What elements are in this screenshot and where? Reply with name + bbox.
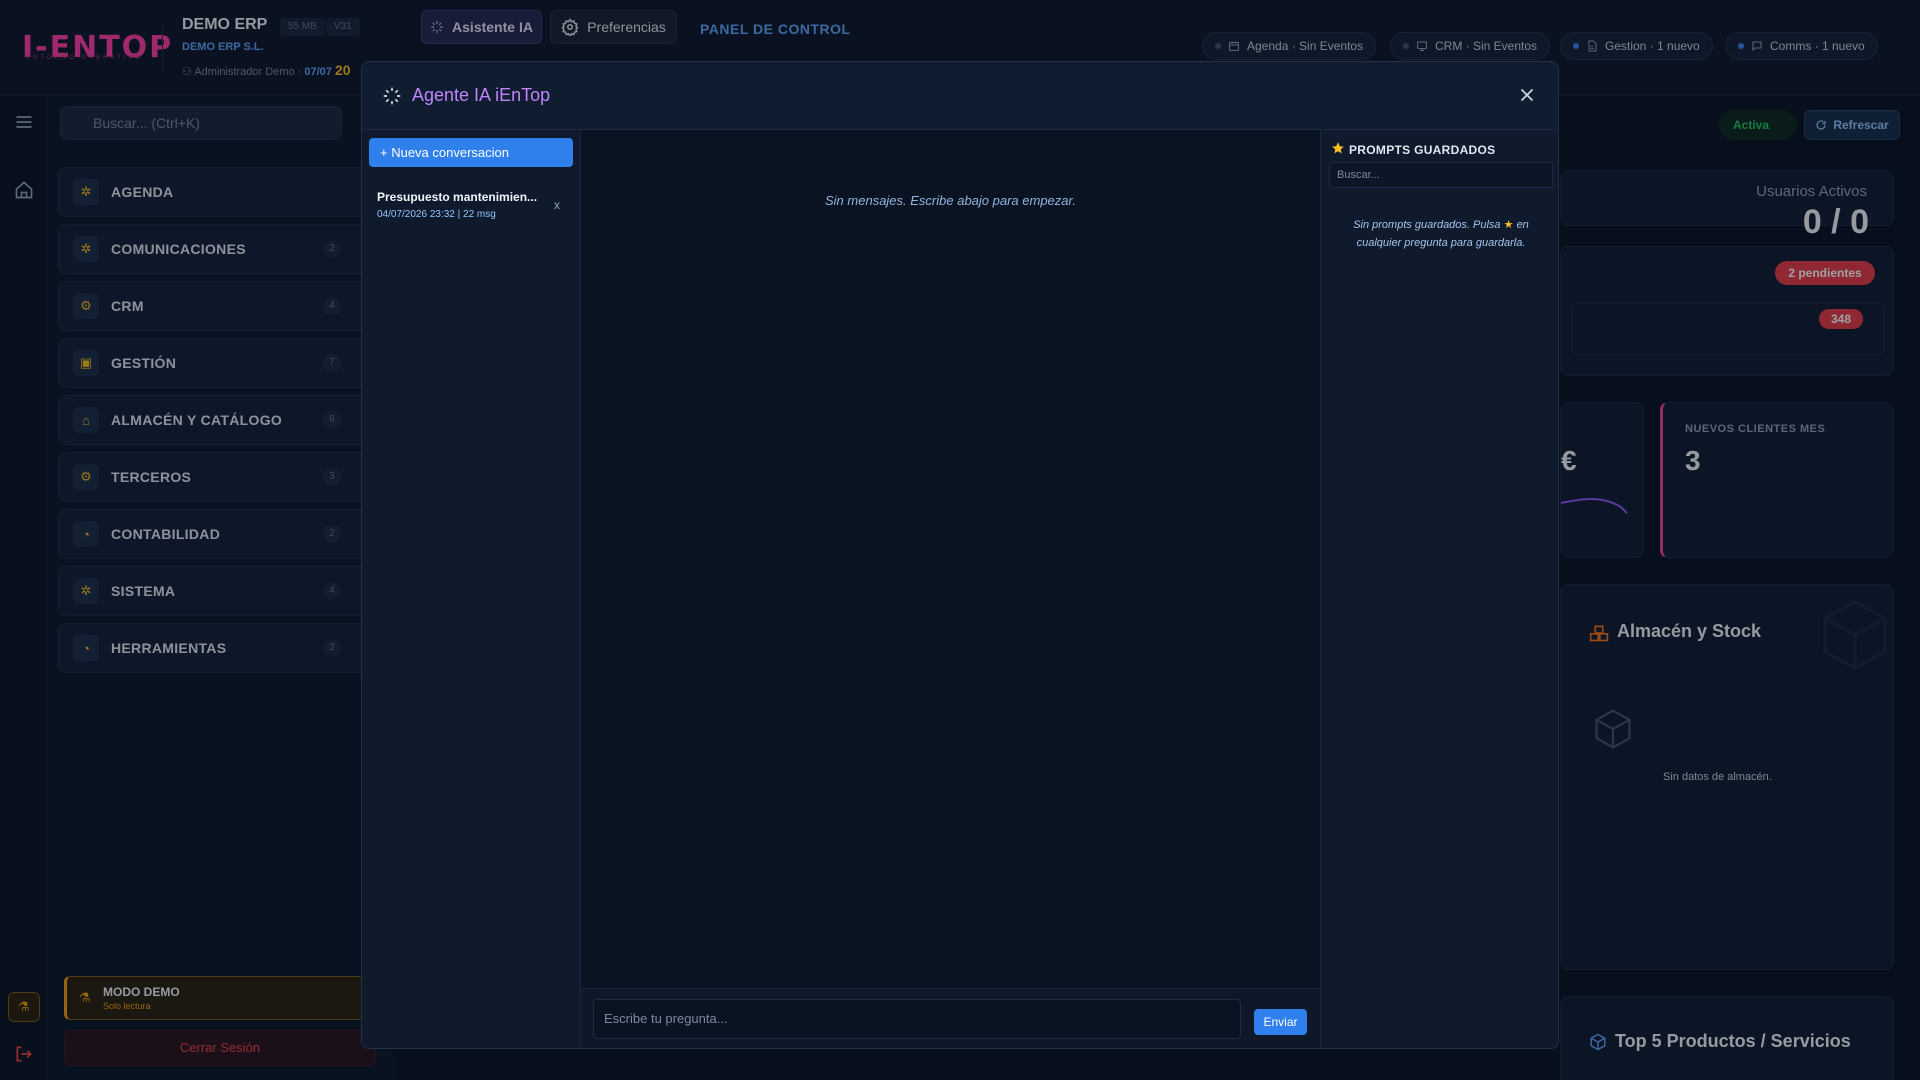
modal-header: Agente IA iEnTop xyxy=(362,62,1558,130)
close-icon[interactable] xyxy=(1516,84,1538,106)
chat-input[interactable]: Escribe tu pregunta... xyxy=(593,999,1241,1039)
modal-title: Agente IA iEnTop xyxy=(412,85,551,105)
star-icon: ★ xyxy=(1503,219,1514,231)
ai-agent-modal: Agente IA iEnTop + Nueva conversacion Pr… xyxy=(361,61,1559,1049)
send-button[interactable]: Enviar xyxy=(1254,1009,1307,1035)
conversation-title: Presupuesto mantenimien... xyxy=(377,190,538,204)
conversation-item[interactable]: Presupuesto mantenimien... 04/07/2026 23… xyxy=(362,182,581,234)
loader-icon xyxy=(383,87,401,105)
chat-area: Sin mensajes. Escribe abajo para empezar… xyxy=(581,130,1320,1048)
chat-empty-message: Sin mensajes. Escribe abajo para empezar… xyxy=(825,193,1076,208)
prompts-search-input[interactable]: Buscar... xyxy=(1329,162,1553,188)
saved-prompts-title: PROMPTS GUARDADOS xyxy=(1349,143,1496,157)
prompts-empty-message: Sin prompts guardados. Pulsa ★ en cualqu… xyxy=(1337,216,1545,252)
delete-conversation-button[interactable]: x xyxy=(554,198,560,212)
star-icon xyxy=(1332,142,1344,154)
new-conversation-button[interactable]: + Nueva conversacion xyxy=(369,138,573,167)
saved-prompts-panel: PROMPTS GUARDADOS Buscar... Sin prompts … xyxy=(1320,130,1558,1048)
prompts-empty-text-a: Sin prompts guardados. Pulsa xyxy=(1353,219,1501,231)
conversation-meta: 04/07/2026 23:32 | 22 msg xyxy=(377,209,496,220)
chat-composer: Escribe tu pregunta... Enviar xyxy=(581,988,1320,1048)
conversation-list: + Nueva conversacion Presupuesto manteni… xyxy=(362,130,581,1048)
